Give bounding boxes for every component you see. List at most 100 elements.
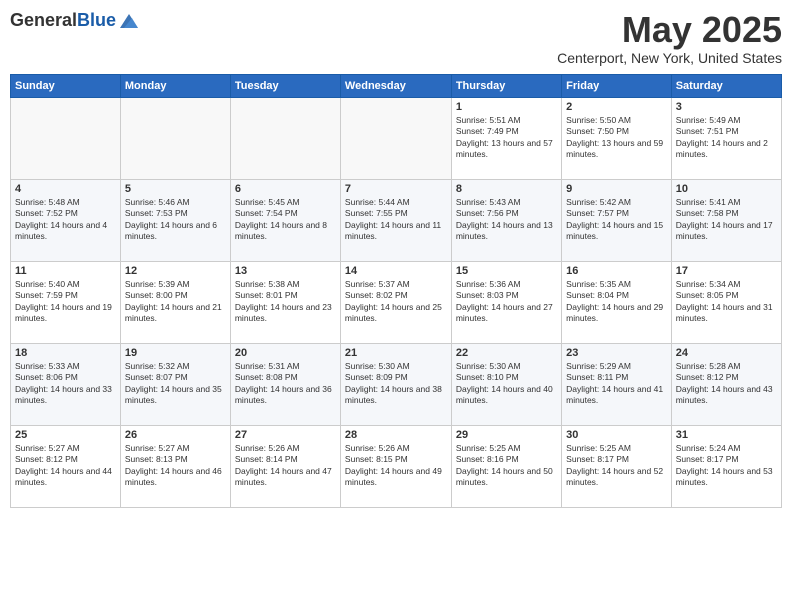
day-number: 23 — [566, 347, 667, 359]
day-info: Sunrise: 5:39 AMSunset: 8:00 PMDaylight:… — [125, 279, 226, 325]
day-number: 15 — [456, 265, 557, 277]
calendar-week-4: 25 Sunrise: 5:27 AMSunset: 8:12 PMDayligh… — [11, 425, 782, 507]
calendar-cell: 29 Sunrise: 5:25 AMSunset: 8:16 PMDayligh… — [451, 425, 561, 507]
calendar-cell: 7Sunrise: 5:44 AMSunset: 7:55 PMDaylight… — [340, 179, 451, 261]
calendar-cell: 14 Sunrise: 5:37 AMSunset: 8:02 PMDayligh… — [340, 261, 451, 343]
day-number: 3 — [676, 101, 777, 113]
day-info: Sunrise: 5:30 AMSunset: 8:10 PMDaylight:… — [456, 361, 557, 407]
day-number: 10 — [676, 183, 777, 195]
calendar-cell: 6 Sunrise: 5:45 AMSunset: 7:54 PMDaylight… — [230, 179, 340, 261]
day-number: 18 — [15, 347, 116, 359]
page: GeneralBlue May 2025 Centerport, New Yor… — [0, 0, 792, 612]
day-info: Sunrise: 5:25 AMSunset: 8:16 PMDaylight:… — [456, 443, 557, 489]
calendar-cell: 27Sunrise: 5:26 AMSunset: 8:14 PMDayligh… — [230, 425, 340, 507]
col-header-wednesday: Wednesday — [340, 74, 451, 97]
calendar-cell: 23 Sunrise: 5:29 AMSunset: 8:11 PMDayligh… — [562, 343, 672, 425]
calendar-table: SundayMondayTuesdayWednesdayThursdayFrid… — [10, 74, 782, 508]
day-info: Sunrise: 5:29 AMSunset: 8:11 PMDaylight:… — [566, 361, 667, 407]
calendar-cell — [11, 97, 121, 179]
title-block: May 2025 Centerport, New York, United St… — [557, 10, 782, 66]
calendar-cell: 8Sunrise: 5:43 AMSunset: 7:56 PMDaylight… — [451, 179, 561, 261]
calendar-cell: 20Sunrise: 5:31 AMSunset: 8:08 PMDayligh… — [230, 343, 340, 425]
day-number: 20 — [235, 347, 336, 359]
day-info: Sunrise: 5:41 AMSunset: 7:58 PMDaylight:… — [676, 197, 777, 243]
day-info: Sunrise: 5:27 AMSunset: 8:12 PMDaylight:… — [15, 443, 116, 489]
location: Centerport, New York, United States — [557, 50, 782, 66]
calendar-cell: 22 Sunrise: 5:30 AMSunset: 8:10 PMDayligh… — [451, 343, 561, 425]
day-info: Sunrise: 5:48 AMSunset: 7:52 PMDaylight:… — [15, 197, 116, 243]
calendar-cell: 18 Sunrise: 5:33 AMSunset: 8:06 PMDayligh… — [11, 343, 121, 425]
day-info: Sunrise: 5:44 AMSunset: 7:55 PMDaylight:… — [345, 197, 447, 243]
calendar-cell: 9 Sunrise: 5:42 AMSunset: 7:57 PMDaylight… — [562, 179, 672, 261]
logo: GeneralBlue — [10, 10, 140, 32]
day-info: Sunrise: 5:49 AMSunset: 7:51 PMDaylight:… — [676, 115, 777, 161]
col-header-thursday: Thursday — [451, 74, 561, 97]
day-number: 6 — [235, 183, 336, 195]
calendar-cell: 24 Sunrise: 5:28 AMSunset: 8:12 PMDayligh… — [671, 343, 781, 425]
col-header-friday: Friday — [562, 74, 672, 97]
day-number: 19 — [125, 347, 226, 359]
calendar-week-2: 11 Sunrise: 5:40 AMSunset: 7:59 PMDayligh… — [11, 261, 782, 343]
day-info: Sunrise: 5:37 AMSunset: 8:02 PMDaylight:… — [345, 279, 447, 325]
calendar-cell: 28 Sunrise: 5:26 AMSunset: 8:15 PMDayligh… — [340, 425, 451, 507]
month-title: May 2025 — [557, 10, 782, 50]
day-number: 24 — [676, 347, 777, 359]
calendar-week-1: 4 Sunrise: 5:48 AMSunset: 7:52 PMDaylight… — [11, 179, 782, 261]
calendar-week-3: 18 Sunrise: 5:33 AMSunset: 8:06 PMDayligh… — [11, 343, 782, 425]
day-number: 14 — [345, 265, 447, 277]
day-number: 13 — [235, 265, 336, 277]
calendar-cell: 10 Sunrise: 5:41 AMSunset: 7:58 PMDayligh… — [671, 179, 781, 261]
calendar-cell: 17 Sunrise: 5:34 AMSunset: 8:05 PMDayligh… — [671, 261, 781, 343]
calendar-cell: 2Sunrise: 5:50 AMSunset: 7:50 PMDaylight… — [562, 97, 672, 179]
day-number: 29 — [456, 429, 557, 441]
calendar-cell: 12 Sunrise: 5:39 AMSunset: 8:00 PMDayligh… — [120, 261, 230, 343]
calendar-cell: 1 Sunrise: 5:51 AMSunset: 7:49 PMDaylight… — [451, 97, 561, 179]
calendar-cell: 31 Sunrise: 5:24 AMSunset: 8:17 PMDayligh… — [671, 425, 781, 507]
calendar-cell — [230, 97, 340, 179]
logo-icon — [118, 10, 140, 32]
calendar-cell — [340, 97, 451, 179]
calendar-cell: 13 Sunrise: 5:38 AMSunset: 8:01 PMDayligh… — [230, 261, 340, 343]
calendar-cell: 21Sunrise: 5:30 AMSunset: 8:09 PMDayligh… — [340, 343, 451, 425]
day-info: Sunrise: 5:45 AMSunset: 7:54 PMDaylight:… — [235, 197, 336, 243]
calendar-cell: 5 Sunrise: 5:46 AMSunset: 7:53 PMDaylight… — [120, 179, 230, 261]
day-number: 22 — [456, 347, 557, 359]
day-number: 11 — [15, 265, 116, 277]
day-number: 5 — [125, 183, 226, 195]
day-number: 9 — [566, 183, 667, 195]
logo-general-text: GeneralBlue — [10, 11, 116, 31]
day-info: Sunrise: 5:34 AMSunset: 8:05 PMDaylight:… — [676, 279, 777, 325]
day-number: 21 — [345, 347, 447, 359]
day-info: Sunrise: 5:36 AMSunset: 8:03 PMDaylight:… — [456, 279, 557, 325]
calendar-cell: 3 Sunrise: 5:49 AMSunset: 7:51 PMDaylight… — [671, 97, 781, 179]
calendar-cell: 25 Sunrise: 5:27 AMSunset: 8:12 PMDayligh… — [11, 425, 121, 507]
day-number: 28 — [345, 429, 447, 441]
calendar-header-row: SundayMondayTuesdayWednesdayThursdayFrid… — [11, 74, 782, 97]
calendar-cell: 4 Sunrise: 5:48 AMSunset: 7:52 PMDaylight… — [11, 179, 121, 261]
calendar-week-0: 1 Sunrise: 5:51 AMSunset: 7:49 PMDaylight… — [11, 97, 782, 179]
day-info: Sunrise: 5:42 AMSunset: 7:57 PMDaylight:… — [566, 197, 667, 243]
day-info: Sunrise: 5:51 AMSunset: 7:49 PMDaylight:… — [456, 115, 557, 161]
day-info: Sunrise: 5:46 AMSunset: 7:53 PMDaylight:… — [125, 197, 226, 243]
day-number: 31 — [676, 429, 777, 441]
day-number: 27 — [235, 429, 336, 441]
day-info: Sunrise: 5:33 AMSunset: 8:06 PMDaylight:… — [15, 361, 116, 407]
day-number: 2 — [566, 101, 667, 113]
day-number: 16 — [566, 265, 667, 277]
calendar-cell: 26Sunrise: 5:27 AMSunset: 8:13 PMDayligh… — [120, 425, 230, 507]
day-number: 4 — [15, 183, 116, 195]
day-info: Sunrise: 5:26 AMSunset: 8:15 PMDaylight:… — [345, 443, 447, 489]
day-number: 12 — [125, 265, 226, 277]
col-header-tuesday: Tuesday — [230, 74, 340, 97]
day-number: 1 — [456, 101, 557, 113]
calendar-cell: 16Sunrise: 5:35 AMSunset: 8:04 PMDayligh… — [562, 261, 672, 343]
day-info: Sunrise: 5:24 AMSunset: 8:17 PMDaylight:… — [676, 443, 777, 489]
day-number: 25 — [15, 429, 116, 441]
day-number: 17 — [676, 265, 777, 277]
header: GeneralBlue May 2025 Centerport, New Yor… — [10, 10, 782, 66]
col-header-saturday: Saturday — [671, 74, 781, 97]
day-info: Sunrise: 5:40 AMSunset: 7:59 PMDaylight:… — [15, 279, 116, 325]
day-info: Sunrise: 5:28 AMSunset: 8:12 PMDaylight:… — [676, 361, 777, 407]
calendar-cell: 15 Sunrise: 5:36 AMSunset: 8:03 PMDayligh… — [451, 261, 561, 343]
day-info: Sunrise: 5:38 AMSunset: 8:01 PMDaylight:… — [235, 279, 336, 325]
